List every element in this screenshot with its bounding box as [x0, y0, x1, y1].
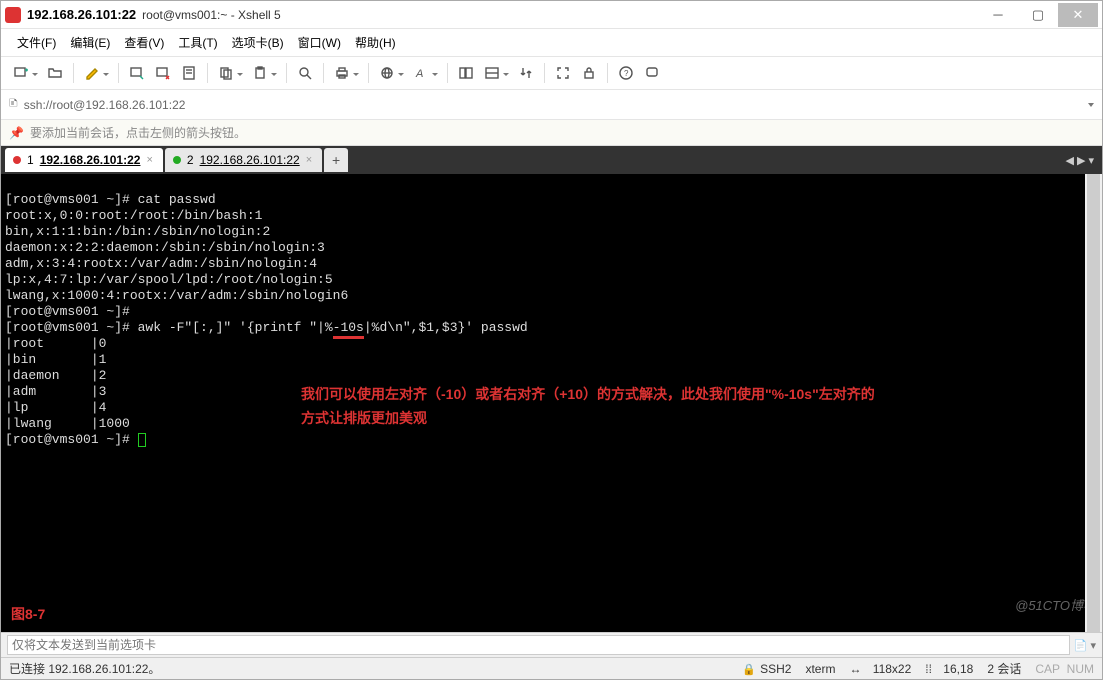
scrollbar-thumb[interactable]: [1087, 174, 1100, 632]
terminal-area[interactable]: [root@vms001 ~]# cat passwd root:x,0:0:r…: [1, 174, 1102, 632]
window-title: 192.168.26.101:22: [27, 7, 136, 22]
address-bar: 🗈: [1, 90, 1102, 120]
address-dropdown-icon[interactable]: [1088, 103, 1094, 107]
layout-icon[interactable]: [480, 61, 504, 85]
tab-label: 192.168.26.101:22: [40, 153, 141, 167]
address-lock-icon: 🗈: [9, 94, 18, 115]
status-sessions: 2 会话: [987, 660, 1021, 677]
cursor-icon: [138, 433, 146, 447]
resize-icon: ↔: [849, 662, 861, 676]
lock-icon[interactable]: [577, 61, 601, 85]
globe-icon[interactable]: [375, 61, 399, 85]
reconnect-icon[interactable]: [125, 61, 149, 85]
pin-icon[interactable]: 📌: [9, 126, 24, 140]
window-subtitle: root@vms001:~ - Xshell 5: [142, 8, 281, 22]
svg-text:?: ?: [624, 69, 629, 78]
print-icon[interactable]: [330, 61, 354, 85]
watermark: @51CTO博客: [1015, 595, 1096, 614]
menu-file[interactable]: 文件(F): [11, 32, 62, 53]
send-options[interactable]: 📄 ▾: [1074, 639, 1096, 652]
hint-bar: 📌 要添加当前会话，点击左侧的箭头按钮。: [1, 120, 1102, 146]
tab-label: 192.168.26.101:22: [200, 153, 300, 167]
menu-tools[interactable]: 工具(T): [172, 32, 223, 53]
tab-close-icon[interactable]: ×: [146, 154, 152, 166]
send-input[interactable]: [7, 635, 1070, 655]
annotation-underline: -10s: [333, 320, 364, 339]
address-input[interactable]: [22, 96, 1084, 114]
menu-window[interactable]: 窗口(W): [292, 32, 347, 53]
status-protocol: SSH2: [742, 662, 791, 676]
tab-index: 2: [187, 153, 194, 167]
app-icon: [5, 7, 21, 23]
status-cursor: ⁞⁞ 16,18: [925, 662, 973, 676]
properties-icon[interactable]: [177, 61, 201, 85]
cursor-pos-icon: ⁞⁞: [925, 662, 932, 676]
send-bar: 📄 ▾: [1, 632, 1102, 657]
close-button[interactable]: ✕: [1058, 3, 1098, 27]
menubar: 文件(F) 编辑(E) 查看(V) 工具(T) 选项卡(B) 窗口(W) 帮助(…: [1, 29, 1102, 57]
status-caps: CAP NUM: [1035, 662, 1094, 676]
status-size: ↔ 118x22: [849, 662, 911, 676]
status-term: xterm: [805, 662, 835, 676]
tab-nav[interactable]: ◀ ▶ ▾: [1057, 154, 1102, 167]
tab-add-button[interactable]: +: [324, 148, 348, 172]
copy-icon[interactable]: [214, 61, 238, 85]
menu-edit[interactable]: 编辑(E): [64, 32, 116, 53]
sessions-panel-icon[interactable]: [454, 61, 478, 85]
tab-2[interactable]: 2 192.168.26.101:22 ×: [165, 148, 322, 172]
find-icon[interactable]: [293, 61, 317, 85]
maximize-button[interactable]: ▢: [1018, 3, 1058, 27]
tab-index: 1: [27, 153, 34, 167]
tab-status-icon: [13, 156, 21, 164]
transfer-icon[interactable]: [514, 61, 538, 85]
scrollbar-vertical[interactable]: [1085, 174, 1102, 632]
open-icon[interactable]: [43, 61, 67, 85]
menu-view[interactable]: 查看(V): [118, 32, 170, 53]
toolbar: A ?: [1, 57, 1102, 90]
menu-help[interactable]: 帮助(H): [349, 32, 402, 53]
compose-icon[interactable]: [640, 61, 664, 85]
status-connection: 已连接 192.168.26.101:22。: [9, 660, 160, 677]
menu-tabs[interactable]: 选项卡(B): [226, 32, 290, 53]
annotation-text: 我们可以使用左对齐（-10）或者右对齐（+10）的方式解决，此处我们使用"%-1…: [301, 382, 875, 430]
new-session-icon[interactable]: [9, 61, 33, 85]
figure-label: 图8-7: [11, 604, 45, 624]
hint-text: 要添加当前会话，点击左侧的箭头按钮。: [30, 124, 246, 141]
tab-close-icon[interactable]: ×: [306, 154, 312, 166]
tab-1[interactable]: 1 192.168.26.101:22 ×: [5, 148, 163, 172]
disconnect-icon[interactable]: [151, 61, 175, 85]
minimize-button[interactable]: ─: [978, 3, 1018, 27]
tab-status-icon: [173, 156, 181, 164]
paste-icon[interactable]: [248, 61, 272, 85]
svg-text:A: A: [415, 68, 423, 80]
status-bar: 已连接 192.168.26.101:22。 SSH2 xterm ↔ 118x…: [1, 657, 1102, 679]
tab-bar: 1 192.168.26.101:22 × 2 192.168.26.101:2…: [1, 146, 1102, 174]
help-icon[interactable]: ?: [614, 61, 638, 85]
highlighter-icon[interactable]: [80, 61, 104, 85]
titlebar: 192.168.26.101:22 root@vms001:~ - Xshell…: [1, 1, 1102, 29]
fullscreen-icon[interactable]: [551, 61, 575, 85]
font-icon[interactable]: A: [409, 61, 433, 85]
lock-small-icon: [742, 662, 756, 676]
